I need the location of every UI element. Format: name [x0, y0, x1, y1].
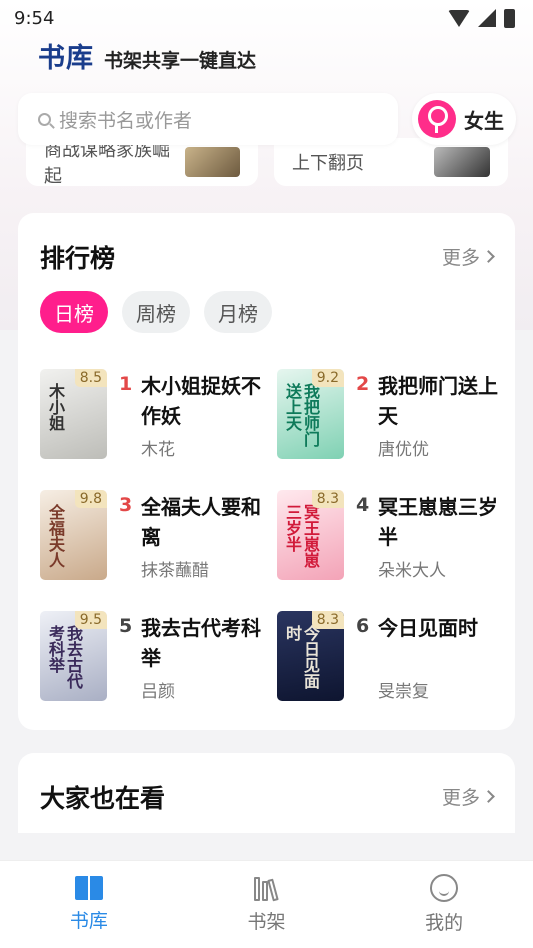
ranking-title: 排行榜: [40, 244, 116, 273]
book-cover: 今日见面时 8.3: [277, 611, 344, 701]
bottom-nav: 书库 书架 我的: [0, 860, 533, 948]
nav-item-profile[interactable]: 我的: [384, 874, 504, 935]
chevron-right-icon: [482, 790, 495, 803]
nav-item-bookshelf[interactable]: 书架: [206, 875, 326, 934]
book-author: 旻崇复: [378, 682, 429, 702]
search-input[interactable]: 搜索书名或作者: [18, 93, 398, 145]
banner-right-thumbnail: [434, 147, 490, 177]
tab-monthly[interactable]: 月榜: [204, 291, 272, 333]
status-icons: [448, 8, 515, 28]
book-cover-text: 木小姐: [46, 383, 65, 431]
book-rank: 6: [356, 615, 370, 637]
book-cover: 冥王崽崽三岁半 8.3: [277, 490, 344, 580]
book-score: 8.5: [74, 369, 107, 387]
book-score: 9.2: [311, 369, 344, 387]
book-cover-text: 今日见面时: [283, 625, 320, 689]
book-score: 8.3: [311, 611, 344, 629]
book-cover: 我把师门送上天 9.2: [277, 369, 344, 459]
tab-weekly[interactable]: 周榜: [122, 291, 190, 333]
nav-label: 书架: [247, 911, 286, 933]
female-icon: [418, 100, 456, 138]
nav-label: 书库: [69, 910, 108, 932]
book-title: 全福夫人要和离: [141, 495, 261, 549]
signal-icon: [478, 9, 496, 27]
book-open-icon: [74, 876, 103, 900]
book-item-4[interactable]: 冥王崽崽三岁半 8.3 4 冥王崽崽三岁半 朵米大人: [277, 490, 507, 582]
ranking-card: 排行榜 更多 日榜 周榜 月榜 木小姐 8.5 1 木小姐捉妖不作妖 木花 我把…: [18, 213, 515, 730]
also-reading-more-label: 更多: [441, 787, 480, 809]
book-author: 木花: [141, 440, 175, 460]
book-rank: 4: [356, 494, 370, 516]
book-score: 8.3: [311, 490, 344, 508]
book-cover: 我去古代考科举 9.5: [40, 611, 107, 701]
book-author: 朵米大人: [378, 561, 446, 581]
book-item-6[interactable]: 今日见面时 8.3 6 今日见面时 旻崇复: [277, 611, 507, 703]
gender-toggle-button[interactable]: 女生: [412, 93, 516, 145]
page-title: 书库: [38, 43, 94, 74]
book-author: 抹茶蘸醋: [141, 561, 209, 581]
book-item-2[interactable]: 我把师门送上天 9.2 2 我把师门送上天 唐优优: [277, 369, 507, 461]
book-title: 我把师门送上天: [378, 374, 498, 428]
book-cover-text: 全福夫人: [46, 504, 65, 568]
search-placeholder: 搜索书名或作者: [59, 109, 193, 132]
smile-icon: [430, 874, 459, 902]
status-bar: 9:54: [0, 0, 533, 36]
battery-icon: [504, 8, 515, 28]
search-icon: [38, 112, 51, 126]
status-time: 9:54: [14, 7, 55, 29]
book-item-3[interactable]: 全福夫人 9.8 3 全福夫人要和离 抹茶蘸醋: [40, 490, 270, 582]
book-rank: 5: [119, 615, 133, 637]
also-reading-title: 大家也在看: [40, 784, 166, 813]
book-cover-text: 我去古代考科举: [46, 625, 83, 689]
also-reading-card: 大家也在看 更多: [18, 753, 515, 833]
book-item-5[interactable]: 我去古代考科举 9.5 5 我去古代考科举 吕颜: [40, 611, 270, 703]
chevron-right-icon: [482, 250, 495, 263]
banner-card-right[interactable]: 上下翻页: [274, 138, 508, 186]
book-title: 今日见面时: [378, 616, 478, 640]
bookshelf-icon: [252, 875, 280, 902]
banner-card-left[interactable]: 商战谋略家族崛起: [26, 138, 258, 187]
page-slogan: 书架共享一键直达: [104, 50, 257, 72]
ranking-more-label: 更多: [441, 247, 480, 269]
book-item-1[interactable]: 木小姐 8.5 1 木小姐捉妖不作妖 木花: [40, 369, 270, 461]
book-score: 9.8: [74, 490, 107, 508]
book-cover: 全福夫人 9.8: [40, 490, 107, 580]
book-rank: 3: [119, 494, 133, 516]
book-cover: 木小姐 8.5: [40, 369, 107, 459]
page-header: 书库 书架共享一键直达: [38, 36, 256, 75]
book-cover-text: 冥王崽崽三岁半: [283, 504, 320, 568]
gender-label: 女生: [464, 108, 504, 133]
wifi-icon: [448, 9, 470, 27]
book-rank: 2: [356, 373, 370, 395]
banner-left-thumbnail: [185, 147, 240, 177]
book-title: 木小姐捉妖不作妖: [141, 374, 261, 428]
book-title: 冥王崽崽三岁半: [378, 495, 498, 549]
banner-right-text: 上下翻页: [292, 153, 364, 174]
book-cover-text: 我把师门送上天: [283, 383, 320, 447]
book-rank: 1: [119, 373, 133, 395]
book-score: 9.5: [74, 611, 107, 629]
tab-daily[interactable]: 日榜: [40, 291, 108, 333]
ranking-tabs: 日榜 周榜 月榜: [40, 291, 272, 333]
also-reading-more-link[interactable]: 更多: [441, 783, 495, 810]
nav-item-library[interactable]: 书库: [29, 876, 149, 933]
book-author: 吕颜: [141, 682, 175, 702]
ranking-more-link[interactable]: 更多: [441, 243, 495, 270]
book-title: 我去古代考科举: [141, 616, 261, 670]
book-author: 唐优优: [378, 440, 429, 460]
nav-label: 我的: [425, 912, 464, 934]
